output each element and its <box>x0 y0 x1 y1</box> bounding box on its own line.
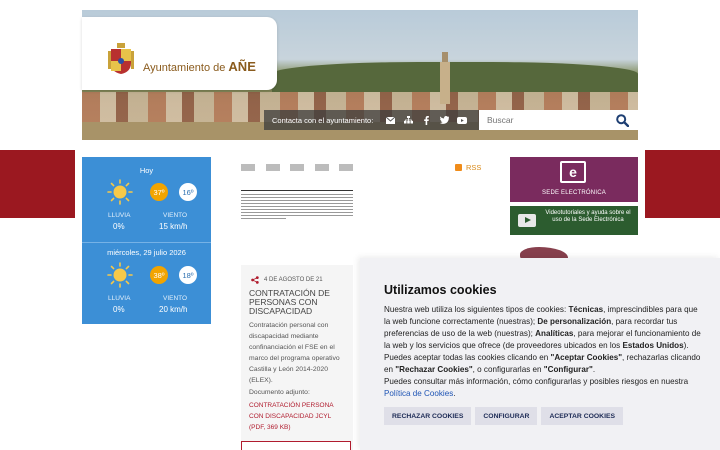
attachment-label: Documento adjunto: <box>249 389 310 396</box>
contact-bar: Contacta con el ayuntamiento: <box>264 110 479 130</box>
configure-cookies-button[interactable]: CONFIGURAR <box>475 407 538 425</box>
sede-electronica-icon: e <box>560 161 586 183</box>
rss-label: RSS <box>466 163 482 172</box>
weather-day-title: miércoles, 29 julio 2026 <box>107 248 186 257</box>
temperature-min: 18º <box>179 266 197 284</box>
cookie-text: Nuestra web utiliza los siguientes tipos… <box>384 305 701 398</box>
temperature-max: 37º <box>150 183 168 201</box>
sede-electronica-button[interactable]: e SEDE ELECTRÓNICA <box>510 157 638 202</box>
decorative-band-right <box>645 150 720 218</box>
wind-value: 20 km/h <box>159 305 188 314</box>
news-document-thumbnail[interactable] <box>241 160 353 244</box>
coat-of-arms-icon <box>108 43 134 74</box>
rain-label: LLUVIA <box>108 295 131 302</box>
accept-cookies-button[interactable]: ACEPTAR COOKIES <box>541 407 624 425</box>
news-title[interactable]: CONTRATACIÓN DE PERSONAS CON DISCAPACIDA… <box>249 289 349 316</box>
cookie-title: Utilizamos cookies <box>384 283 497 297</box>
sun-icon <box>107 262 133 288</box>
search-box <box>479 110 638 130</box>
sede-label: SEDE ELECTRÓNICA <box>542 190 606 196</box>
document-logo <box>265 164 280 171</box>
logo-town-name: AÑE <box>228 59 256 74</box>
news-date-text: 4 DE AGOSTO DE 21 <box>264 277 323 283</box>
wind-label: VIENTO <box>163 295 188 302</box>
document-logo <box>314 164 329 171</box>
weather-widget: Hoy 37º 16º LLUVIA 0% VIENTO 15 km/h mié… <box>82 157 211 324</box>
envelope-icon[interactable] <box>381 113 399 127</box>
share-icon[interactable] <box>251 276 259 284</box>
attachment-link[interactable]: CONTRATACIÓN PERSONA CON DISCAPACIDAD JC… <box>249 400 349 433</box>
video-tutorials-button[interactable]: Videotutoriales y ayuda sobre el uso de … <box>510 206 638 235</box>
wind-label: VIENTO <box>163 212 188 219</box>
weather-tomorrow: miércoles, 29 julio 2026 38º 18º LLUVIA … <box>82 244 211 327</box>
youtube-icon[interactable] <box>453 113 471 127</box>
weather-today: Hoy 37º 16º LLUVIA 0% VIENTO 15 km/h <box>82 157 211 240</box>
news-more-button[interactable] <box>241 441 351 450</box>
decorative-band-left <box>0 150 75 218</box>
cookie-policy-link[interactable]: Política de Cookies <box>384 389 453 398</box>
document-logo <box>290 164 304 171</box>
twitter-icon[interactable] <box>435 113 453 127</box>
rain-value: 0% <box>113 305 125 314</box>
video-tutorials-label: Videotutoriales y ayuda sobre el uso de … <box>545 210 631 223</box>
search-icon[interactable] <box>611 110 633 130</box>
church-tower <box>440 52 450 104</box>
weather-day-title: Hoy <box>139 166 154 175</box>
cookie-buttons: RECHAZAR COOKIES CONFIGURAR ACEPTAR COOK… <box>384 407 624 425</box>
search-input[interactable] <box>479 111 611 129</box>
facebook-icon[interactable] <box>417 113 435 127</box>
temperature-min: 16º <box>179 183 197 201</box>
rss-link[interactable]: RSS <box>455 163 481 172</box>
video-play-icon <box>518 214 536 227</box>
wind-value: 15 km/h <box>159 222 188 231</box>
page: Ayuntamiento de AÑE Contacta con el ayun… <box>0 0 720 450</box>
rain-value: 0% <box>113 222 125 231</box>
temperature-max: 38º <box>150 266 168 284</box>
contact-label: Contacta con el ayuntamiento: <box>272 115 374 125</box>
news-card: 4 DE AGOSTO DE 21 CONTRATACIÓN DE PERSON… <box>241 265 353 450</box>
sun-icon <box>107 179 133 205</box>
news-body: Contratación personal con discapacidad m… <box>249 322 340 384</box>
news-date: 4 DE AGOSTO DE 21 <box>251 276 323 284</box>
logo-text: Ayuntamiento de AÑE <box>143 59 256 74</box>
cookie-consent-panel: Utilizamos cookies Nuestra web utiliza l… <box>360 258 720 450</box>
rss-icon <box>455 164 462 171</box>
sitemap-icon[interactable] <box>399 113 417 127</box>
document-logo <box>241 164 255 171</box>
site-logo[interactable]: Ayuntamiento de AÑE <box>82 17 277 90</box>
reject-cookies-button[interactable]: RECHAZAR COOKIES <box>384 407 472 425</box>
document-logo <box>339 164 353 171</box>
rain-label: LLUVIA <box>108 212 131 219</box>
